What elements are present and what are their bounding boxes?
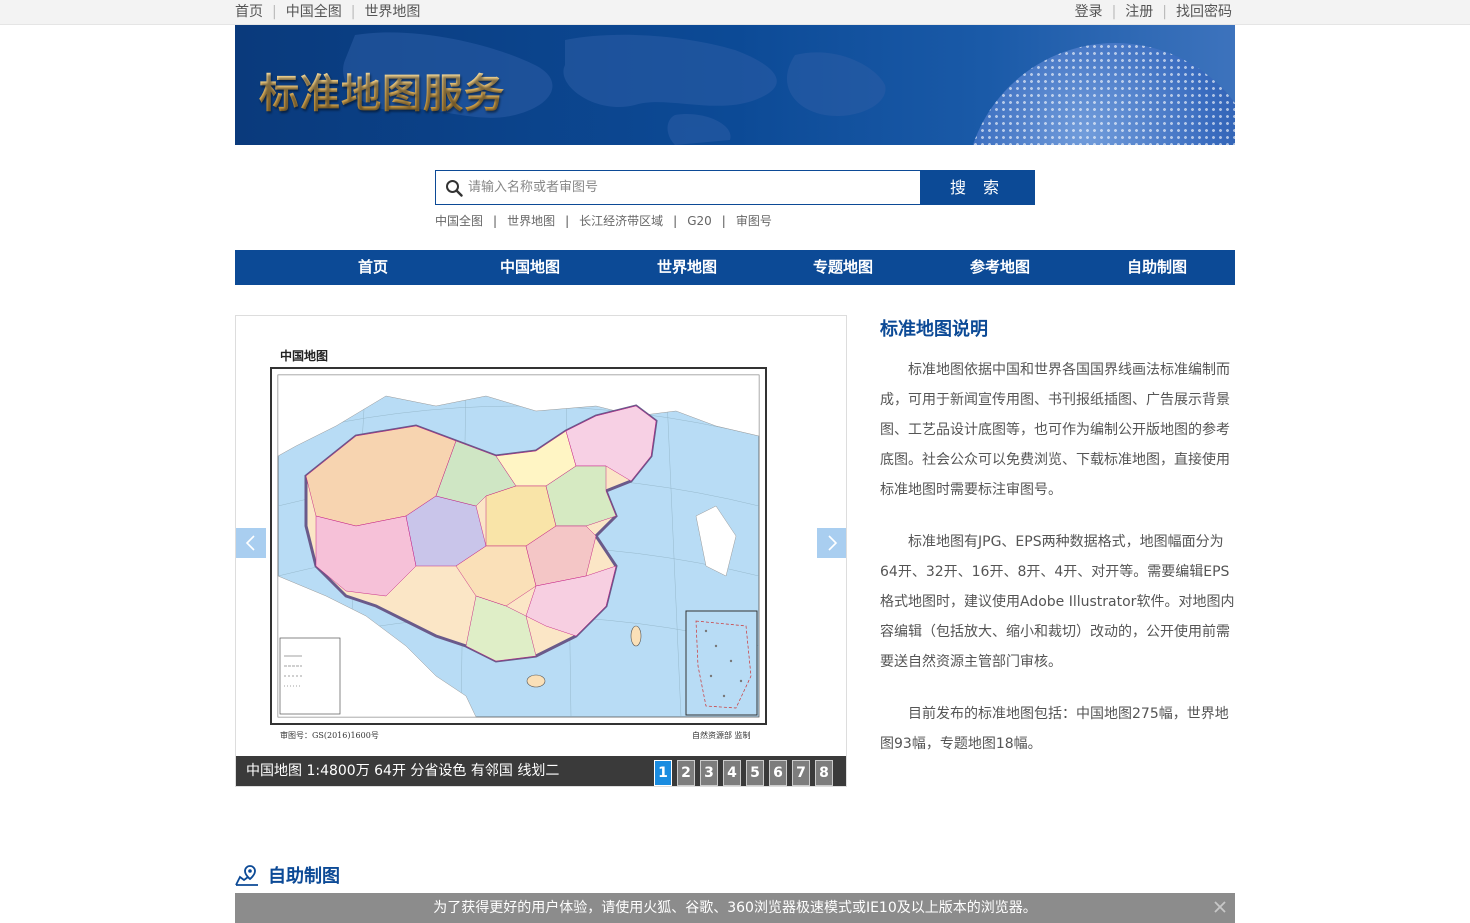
quick-separator: | (673, 214, 678, 228)
header-banner: 标准地图服务 (235, 25, 1235, 145)
map-pin-icon (235, 865, 258, 886)
nav-home[interactable]: 首页 (313, 250, 433, 285)
site-title: 标准地图服务 (259, 61, 505, 119)
description-paragraph: 标准地图依据中国和世界各国国界线画法标准编制而成，可用于新闻宣传用图、书刊报纸插… (880, 362, 1230, 498)
browser-notice-bar: 为了获得更好的用户体验，请使用火狐、谷歌、360浏览器极速模式或IE10及以上版… (235, 893, 1235, 923)
description-paragraph: 目前发布的标准地图包括：中国地图275幅，世界地图93幅，专题地图18幅。 (880, 706, 1229, 752)
chevron-right-icon (828, 535, 838, 551)
top-separator: | (1162, 4, 1167, 20)
map-slider: 中国地图 审图号：GS(2016)1600号 自然资源部 监制 中国地图 1:4… (235, 315, 847, 787)
map-image-title: 中国地图 (280, 348, 328, 363)
map-review-number: 审图号：GS(2016)1600号 (280, 730, 379, 740)
top-separator: | (1111, 4, 1117, 20)
nav-world-map[interactable]: 世界地图 (627, 250, 747, 285)
slider-page-6[interactable]: 6 (769, 760, 787, 786)
description-title: 标准地图说明 (880, 319, 988, 340)
quick-separator: | (721, 214, 726, 228)
slider-caption[interactable]: 中国地图 1:4800万 64开 分省设色 有邻国 线划二 (246, 756, 559, 786)
main-nav: 首页 中国地图 世界地图 专题地图 参考地图 自助制图 (235, 250, 1235, 285)
quick-separator: | (493, 214, 498, 228)
quick-separator: | (565, 214, 570, 228)
search-button[interactable]: 搜 索 (920, 170, 1035, 205)
nav-thematic-map[interactable]: 专题地图 (783, 250, 903, 285)
top-separator: | (350, 4, 356, 20)
quick-link-world[interactable]: 世界地图 (507, 214, 555, 228)
top-bar: 首页 | 中国全图 | 世界地图 登录 | 注册 | 找回密码 (0, 0, 1470, 25)
nav-self-mapping[interactable]: 自助制图 (1097, 250, 1217, 285)
search-box (435, 170, 921, 205)
quick-link-china[interactable]: 中国全图 (435, 214, 483, 228)
map-preview-image[interactable]: 中国地图 审图号：GS(2016)1600号 自然资源部 监制 (236, 316, 846, 756)
slider-caption-bar: 中国地图 1:4800万 64开 分省设色 有邻国 线划二 1 2 3 4 5 … (236, 756, 846, 786)
slider-page-8[interactable]: 8 (815, 760, 833, 786)
slider-page-3[interactable]: 3 (700, 760, 718, 786)
description-paragraph: 标准地图有JPG、EPS两种数据格式，地图幅面分为64开、32开、16开、8开、… (880, 534, 1235, 670)
nav-reference-map[interactable]: 参考地图 (940, 250, 1060, 285)
register-link[interactable]: 注册 (1125, 4, 1153, 20)
slider-next-button[interactable] (817, 528, 846, 558)
login-link[interactable]: 登录 (1075, 4, 1103, 20)
slider-page-4[interactable]: 4 (723, 760, 741, 786)
section-title: 自助制图 (268, 866, 340, 887)
browser-notice-text: 为了获得更好的用户体验，请使用火狐、谷歌、360浏览器极速模式或IE10及以上版… (433, 900, 1037, 916)
top-separator: | (272, 4, 277, 20)
top-links-left: 首页 | 中国全图 | 世界地图 (235, 0, 420, 24)
slider-prev-button[interactable] (236, 528, 266, 558)
search-icon (446, 180, 463, 197)
quick-link-review-number[interactable]: 审图号 (736, 214, 772, 228)
top-link-world-map[interactable]: 世界地图 (364, 4, 420, 20)
chevron-left-icon (245, 535, 255, 551)
map-publisher: 自然资源部 监制 (692, 730, 751, 740)
slider-page-5[interactable]: 5 (746, 760, 764, 786)
top-link-home[interactable]: 首页 (235, 4, 263, 20)
description-panel: 标准地图说明 标准地图依据中国和世界各国国界线画法标准编制而成，可用于新闻宣传用… (880, 315, 1235, 752)
search-input[interactable] (468, 171, 908, 204)
search-bar: 搜 索 (435, 170, 1035, 205)
close-icon[interactable] (1213, 900, 1227, 914)
slider-page-1[interactable]: 1 (654, 760, 672, 786)
nav-china-map[interactable]: 中国地图 (470, 250, 590, 285)
quick-links: 中国全图 | 世界地图 | 长江经济带区域 | G20 | 审图号 (435, 213, 772, 229)
quick-link-g20[interactable]: G20 (687, 214, 712, 228)
recover-password-link[interactable]: 找回密码 (1176, 4, 1232, 20)
slider-page-2[interactable]: 2 (677, 760, 695, 786)
top-link-china-map[interactable]: 中国全图 (286, 4, 342, 20)
top-links-right: 登录 | 注册 | 找回密码 (1075, 0, 1232, 24)
slider-page-7[interactable]: 7 (792, 760, 810, 786)
quick-link-yangtze[interactable]: 长江经济带区域 (579, 214, 663, 228)
